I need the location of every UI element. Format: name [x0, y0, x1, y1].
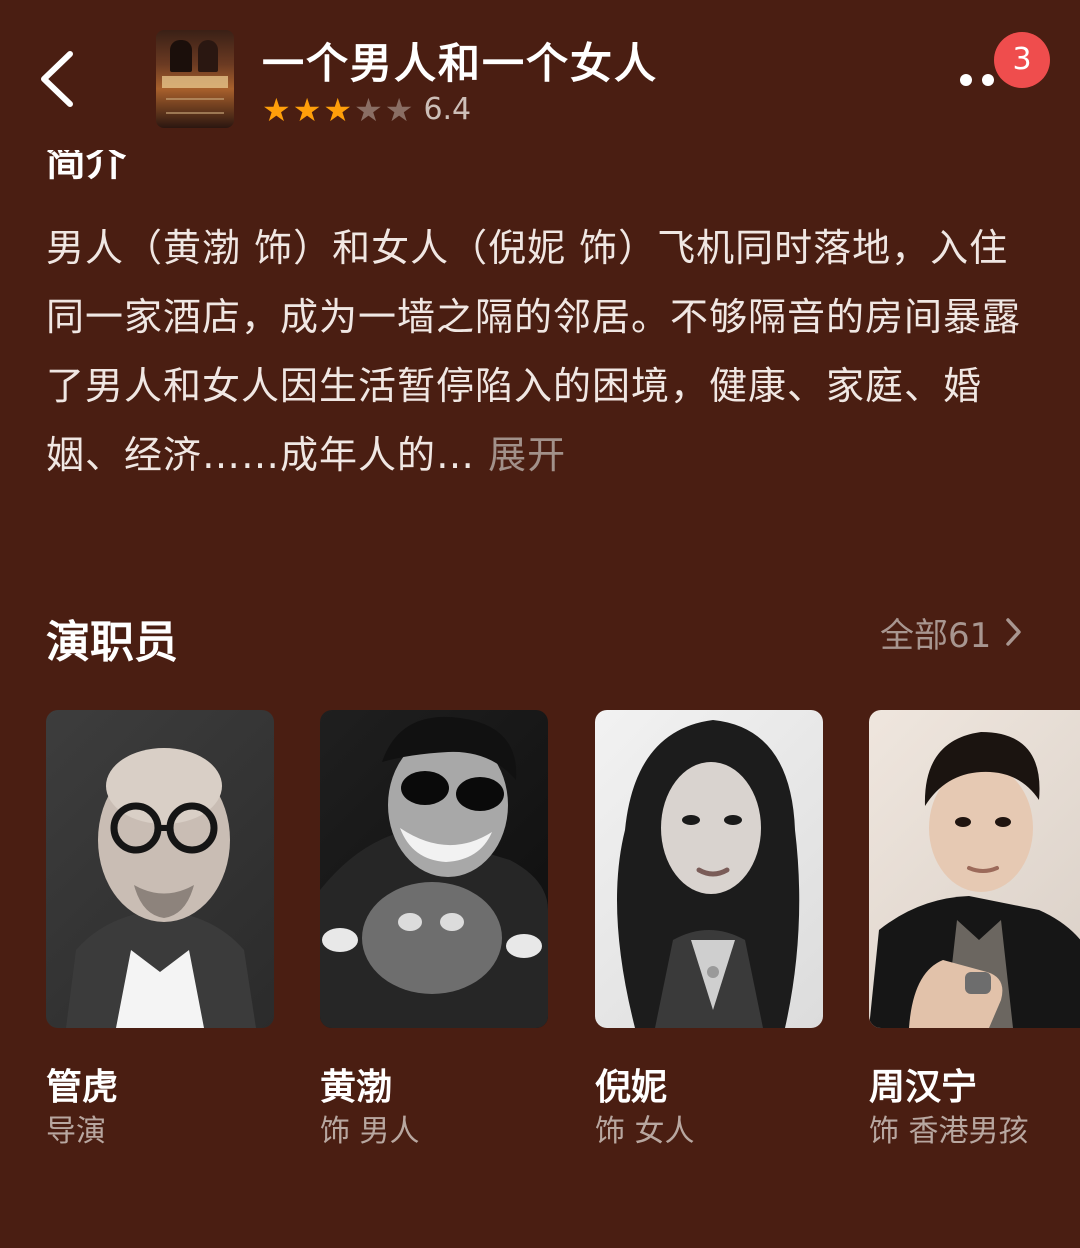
rating-score: 6.4	[423, 92, 472, 127]
cast-view-all-label: 全部61	[880, 615, 992, 656]
top-bar: 一个男人和一个女人 ★ ★ ★ ★ ★ 6.4 3	[0, 0, 1080, 150]
chevron-left-icon	[41, 51, 73, 107]
cast-name: 管虎	[46, 1067, 119, 1108]
movie-title: 一个男人和一个女人	[262, 39, 659, 88]
chevron-right-icon	[1006, 618, 1022, 646]
cast-name: 黄渤	[320, 1067, 393, 1108]
poster-title-band	[162, 76, 228, 88]
cast-photo-portrait	[869, 732, 1080, 1028]
poster-figure-right	[198, 40, 218, 72]
cast-photo[interactable]	[46, 710, 274, 1028]
cast-role: 饰 男人	[320, 1114, 420, 1149]
more-button[interactable]	[950, 56, 1000, 96]
cast-role: 导演	[46, 1114, 106, 1149]
back-button[interactable]	[30, 42, 90, 116]
cast-photo[interactable]	[869, 710, 1080, 1028]
rating-row: ★ ★ ★ ★ ★ 6.4	[262, 92, 471, 127]
cast-photo[interactable]	[595, 710, 823, 1028]
expand-link[interactable]: 展开	[488, 433, 566, 477]
star-empty-icon: ★	[384, 90, 414, 129]
cast-role: 饰 香港男孩	[869, 1114, 1029, 1149]
intro-text: 男人（黄渤 饰）和女人（倪妮 饰）飞机同时落地，入住同一家酒店，成为一墙之隔的邻…	[46, 214, 1046, 490]
cast-heading: 演职员	[46, 617, 178, 668]
cast-card[interactable]: 周汉宁 饰 香港男孩	[869, 710, 1080, 1149]
star-filled-icon: ★	[262, 90, 291, 129]
star-empty-icon: ★	[354, 90, 383, 129]
cast-photo-portrait	[617, 720, 800, 1028]
poster-credit-lines	[166, 98, 224, 114]
cast-card[interactable]: 管虎 导演	[46, 710, 274, 1149]
star-filled-icon: ★	[323, 90, 353, 129]
star-filled-icon: ★	[292, 90, 322, 129]
cast-card[interactable]: 倪妮 饰 女人	[595, 710, 823, 1149]
movie-detail-page: 一个男人和一个女人 ★ ★ ★ ★ ★ 6.4 3 简介 男人（黄渤 饰）和女人…	[0, 0, 1080, 1248]
cast-role: 饰 女人	[595, 1114, 695, 1149]
movie-poster-thumbnail[interactable]	[156, 30, 234, 128]
cast-card[interactable]: 黄渤 饰 男人	[320, 710, 548, 1149]
poster-figure-left	[170, 40, 192, 72]
cast-photo[interactable]	[320, 710, 548, 1028]
cast-name: 倪妮	[595, 1067, 668, 1108]
cast-photo-portrait	[66, 748, 256, 1028]
cast-name: 周汉宁	[869, 1067, 978, 1108]
cast-photo-portrait	[320, 716, 548, 1028]
cast-view-all-link[interactable]: 全部61	[880, 610, 1023, 656]
notification-badge: 3	[994, 32, 1050, 88]
